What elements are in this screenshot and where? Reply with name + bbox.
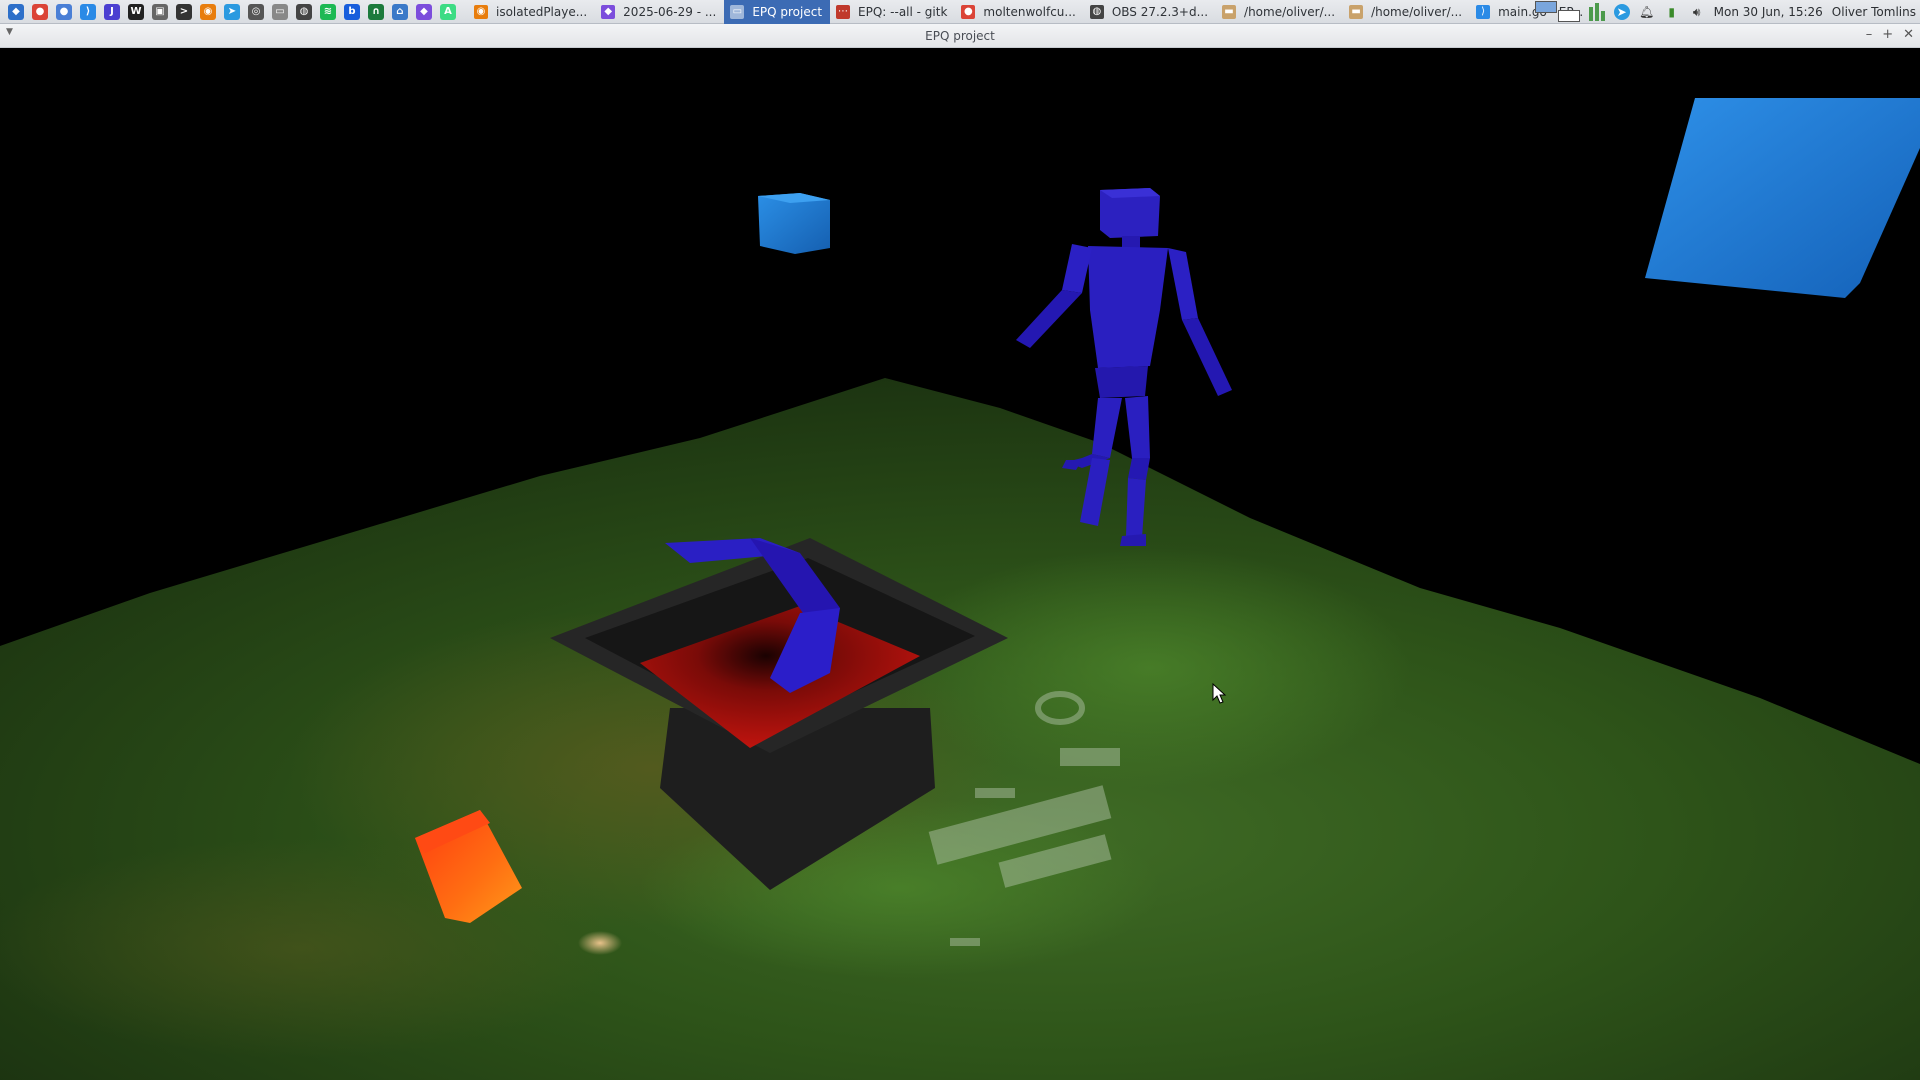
window-title: EPQ project <box>925 29 995 43</box>
taskbar-button[interactable]: ◆ 2025-06-29 - ... <box>595 0 724 24</box>
obsidian-icon: ◆ <box>601 4 616 19</box>
workspace-2[interactable] <box>1557 10 1580 22</box>
blue-slab-large <box>1645 98 1920 298</box>
folder-icon: ▬ <box>1349 4 1364 19</box>
workspace-switcher[interactable] <box>1534 1 1580 23</box>
taskbar-button[interactable]: ▬ /home/oliver/... <box>1216 0 1343 24</box>
telegram-icon[interactable]: ➤ <box>224 3 240 20</box>
taskbar-button-label: 2025-06-29 - ... <box>623 4 717 19</box>
user-menu[interactable]: Oliver Tomlins <box>1832 5 1916 19</box>
files-icon[interactable]: ▭ <box>272 3 288 20</box>
minimize-button[interactable]: – <box>1866 27 1873 42</box>
notification-bell-icon[interactable]: 🔔︎ <box>1639 4 1655 20</box>
headphones-icon[interactable]: ∩ <box>368 3 384 20</box>
chromium-icon[interactable]: ● <box>56 3 72 20</box>
taskbar-button-label: OBS 27.2.3+d... <box>1111 4 1209 19</box>
top-panel: ◆ ● ● ⟩ J W ▣ > ◉ ➤ ◎ ▭ ◍ ≋ b ∩ ⌂ ◆ A ◉ isolatedPlaye... ◆ 20… <box>0 0 1920 24</box>
folder-icon: ▬ <box>1222 4 1237 19</box>
chrome-icon: ● <box>961 4 976 19</box>
terminal-icon[interactable]: > <box>176 3 192 20</box>
close-button[interactable]: ✕ <box>1903 27 1914 42</box>
workspace-1[interactable] <box>1534 1 1557 13</box>
obs-icon[interactable]: ◍ <box>296 3 312 20</box>
chrome-icon[interactable]: ● <box>32 3 48 20</box>
window-icon: ▭ <box>730 4 745 19</box>
taskbar-button-label: EPQ project <box>752 4 823 19</box>
system-tray: ➤ 🔔︎ ▮ 🔊︎ Mon 30 Jun, 15:26 Oliver Tomli… <box>1534 0 1920 24</box>
launcher-bar: ◆ ● ● ⟩ J W ▣ > ◉ ➤ ◎ ▭ ◍ ≋ b ∩ ⌂ ◆ A <box>0 3 460 20</box>
blue-cube-small <box>758 193 830 254</box>
taskbar-button-label: moltenwolfcu... <box>983 4 1076 19</box>
bitwarden-icon[interactable]: b <box>344 3 360 20</box>
cpu-graph <box>1588 3 1605 21</box>
obsidian-icon[interactable]: ◆ <box>416 3 432 20</box>
vscode-icon[interactable]: ⟩ <box>80 3 96 20</box>
gitk-icon: ⋯ <box>836 4 851 19</box>
jetbrains-icon[interactable]: J <box>104 3 120 20</box>
screenshot-icon[interactable]: ▣ <box>152 3 168 20</box>
terrain-patch <box>890 548 1410 788</box>
scene-render <box>0 98 1920 1080</box>
maximize-button[interactable]: + <box>1882 27 1893 42</box>
window-list: ◉ isolatedPlaye... ◆ 2025-06-29 - ... ▭ EPQ p… <box>468 0 1591 24</box>
volume-icon[interactable]: 🔊︎ <box>1689 4 1705 20</box>
taskbar-button[interactable]: ⋯ EPQ: --all - gitk <box>830 0 955 24</box>
vscode-icon: ⟩ <box>1476 4 1491 19</box>
blender-icon: ◉ <box>474 4 488 19</box>
obs-icon: ◍ <box>1089 4 1104 19</box>
window-titlebar[interactable]: ▼ EPQ project – + ✕ <box>0 24 1920 48</box>
taskbar-button-label: EPQ: --all - gitk <box>858 4 948 19</box>
network-icon[interactable]: ⌂ <box>392 3 408 20</box>
taskbar-button-label: /home/oliver/... <box>1244 4 1336 19</box>
network-manager-icon[interactable]: ➤ <box>1613 4 1630 20</box>
taskbar-button[interactable]: ▭ EPQ project <box>724 0 831 24</box>
taskbar-button[interactable]: ▬ /home/oliver/... <box>1343 0 1470 24</box>
spotify-icon[interactable]: ≋ <box>320 3 336 20</box>
taskbar-button[interactable]: ● moltenwolfcu... <box>955 0 1083 24</box>
spy-icon[interactable]: ◎ <box>248 3 264 20</box>
clock[interactable]: Mon 30 Jun, 15:26 <box>1714 5 1823 19</box>
terrain-patch <box>0 838 620 1058</box>
window-controls: – + ✕ <box>1866 27 1914 42</box>
light-glint <box>578 931 622 955</box>
taskbar-button-label: /home/oliver/... <box>1371 4 1463 19</box>
android-studio-icon[interactable]: A <box>440 3 456 20</box>
blender-icon[interactable]: ◉ <box>200 3 216 20</box>
xfce-menu-icon[interactable]: ◆ <box>8 3 24 20</box>
taskbar-button-label: isolatedPlaye... <box>496 4 588 19</box>
taskbar-button[interactable]: ◉ isolatedPlaye... <box>468 0 595 24</box>
game-viewport[interactable] <box>0 48 1920 1080</box>
writer-icon[interactable]: W <box>128 3 144 20</box>
battery-icon[interactable]: ▮ <box>1664 4 1680 20</box>
taskbar-button[interactable]: ◍ OBS 27.2.3+d... <box>1084 0 1216 24</box>
